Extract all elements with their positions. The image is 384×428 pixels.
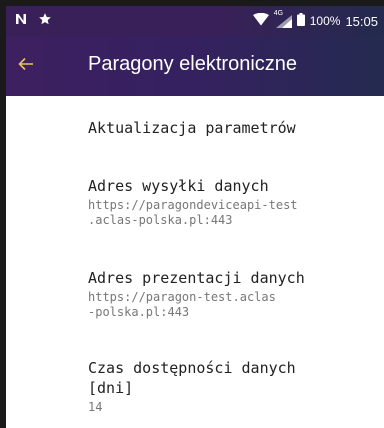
signal-icon: 4G	[274, 10, 292, 28]
battery-icon	[296, 13, 305, 29]
pref-parameters-update[interactable]: Aktualizacja parametrów	[88, 118, 378, 138]
pref-presentation-address[interactable]: Adres prezentacji danych https://paragon…	[88, 268, 378, 320]
pref-send-address[interactable]: Adres wysyłki danych https://paragondevi…	[88, 176, 378, 228]
pref-title: Adres prezentacji danych	[88, 269, 305, 287]
pref-title: Adres wysyłki danych	[88, 177, 269, 195]
preferences-list: Aktualizacja parametrów Adres wysyłki da…	[6, 96, 384, 428]
page-title: Paragony elektroniczne	[88, 53, 298, 75]
n-icon	[14, 12, 28, 29]
status-bar: 4G 100% 15:05	[6, 6, 384, 36]
star-icon	[38, 12, 52, 29]
arrow-left-icon	[18, 57, 34, 76]
pref-title: Czas dostępności danych [dni]	[88, 359, 296, 397]
pref-summary: 14	[88, 400, 103, 414]
pref-summary: https://paragondeviceapi-test .aclas-pol…	[88, 198, 298, 227]
back-button[interactable]	[10, 50, 42, 82]
app-bar: Paragony elektroniczne	[6, 36, 384, 96]
wifi-icon	[252, 12, 269, 29]
device-screen: 4G 100% 15:05 Paragony elektroniczne Akt…	[6, 6, 384, 428]
notification-icons	[14, 12, 52, 29]
battery-percent: 100%	[309, 14, 341, 28]
system-status: 4G 100% 15:05	[252, 10, 378, 29]
network-label: 4G	[273, 10, 284, 17]
pref-data-availability[interactable]: Czas dostępności danych [dni] 14	[88, 358, 378, 415]
pref-title: Aktualizacja parametrów	[88, 119, 296, 137]
clock: 15:05	[345, 13, 378, 29]
pref-summary: https://paragon-test.aclas -polska.pl:44…	[88, 290, 276, 319]
